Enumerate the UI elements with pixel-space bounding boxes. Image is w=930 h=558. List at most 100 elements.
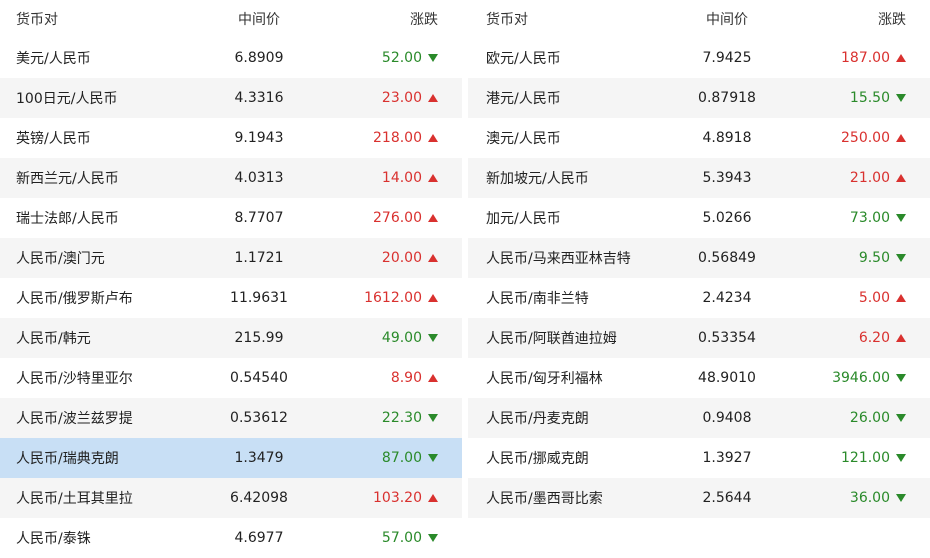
mid-price: 4.0313 — [234, 170, 284, 186]
change-cell: 1612.00 — [320, 290, 462, 306]
triangle-down-icon — [896, 454, 906, 462]
currency-pair[interactable]: 人民币/沙特里亚尔 — [0, 368, 190, 388]
table-row[interactable]: 欧元/人民币 7.9425 187.00 — [468, 38, 930, 78]
mid-price: 6.8909 — [234, 50, 284, 66]
change-value: 15.50 — [849, 90, 890, 106]
triangle-up-icon — [428, 174, 438, 182]
mid-price: 1.1721 — [234, 250, 284, 266]
change-cell: 276.00 — [320, 210, 462, 226]
table-row[interactable]: 瑞士法郎/人民币 8.7707 276.00 — [0, 198, 462, 238]
change-cell: 6.20 — [788, 330, 930, 346]
currency-pair[interactable]: 人民币/墨西哥比索 — [468, 488, 658, 508]
triangle-down-icon — [428, 54, 438, 62]
currency-pair[interactable]: 人民币/韩元 — [0, 328, 190, 348]
currency-pair[interactable]: 人民币/瑞典克朗 — [0, 448, 190, 468]
change-cell: 23.00 — [320, 90, 462, 106]
table-row[interactable]: 人民币/瑞典克朗 1.3479 87.00 — [0, 438, 462, 478]
currency-pair[interactable]: 港元/人民币 — [468, 88, 658, 108]
currency-pair[interactable]: 瑞士法郎/人民币 — [0, 208, 190, 228]
table-row[interactable]: 新西兰元/人民币 4.0313 14.00 — [0, 158, 462, 198]
change-value: 6.20 — [858, 330, 890, 346]
currency-pair[interactable]: 人民币/土耳其里拉 — [0, 488, 190, 508]
table-row[interactable]: 人民币/沙特里亚尔 0.54540 8.90 — [0, 358, 462, 398]
currency-pair[interactable]: 人民币/匈牙利福林 — [468, 368, 658, 388]
change-cell: 87.00 — [320, 450, 462, 466]
table-row[interactable]: 人民币/土耳其里拉 6.42098 103.20 — [0, 478, 462, 518]
currency-pair[interactable]: 人民币/泰铢 — [0, 528, 190, 548]
header-mid: 中间价 — [238, 12, 280, 28]
change-cell: 5.00 — [788, 290, 930, 306]
header-pair: 货币对 — [486, 12, 528, 28]
currency-pair[interactable]: 澳元/人民币 — [468, 128, 658, 148]
currency-pair[interactable]: 新西兰元/人民币 — [0, 168, 190, 188]
triangle-up-icon — [428, 214, 438, 222]
change-value: 276.00 — [373, 210, 422, 226]
change-value: 36.00 — [849, 490, 890, 506]
table-row[interactable]: 美元/人民币 6.8909 52.00 — [0, 38, 462, 78]
mid-price: 1.3927 — [702, 450, 752, 466]
change-cell: 103.20 — [320, 490, 462, 506]
currency-pair[interactable]: 人民币/南非兰特 — [468, 288, 658, 308]
table-header: 货币对 中间价 涨跌 — [468, 0, 930, 38]
table-row[interactable]: 英镑/人民币 9.1943 218.00 — [0, 118, 462, 158]
currency-pair[interactable]: 人民币/俄罗斯卢布 — [0, 288, 190, 308]
table-row[interactable]: 加元/人民币 5.0266 73.00 — [468, 198, 930, 238]
currency-pair[interactable]: 美元/人民币 — [0, 48, 190, 68]
header-mid: 中间价 — [706, 12, 748, 28]
currency-pair[interactable]: 新加坡元/人民币 — [468, 168, 658, 188]
change-cell: 36.00 — [788, 490, 930, 506]
triangle-up-icon — [428, 254, 438, 262]
change-cell: 22.30 — [320, 410, 462, 426]
mid-price: 1.3479 — [234, 450, 284, 466]
currency-pair[interactable]: 人民币/马来西亚林吉特 — [468, 248, 658, 268]
triangle-up-icon — [428, 374, 438, 382]
currency-pair[interactable]: 英镑/人民币 — [0, 128, 190, 148]
change-cell: 187.00 — [788, 50, 930, 66]
triangle-down-icon — [896, 214, 906, 222]
table-row[interactable]: 人民币/阿联酋迪拉姆 0.53354 6.20 — [468, 318, 930, 358]
table-row[interactable]: 人民币/俄罗斯卢布 11.9631 1612.00 — [0, 278, 462, 318]
currency-pair[interactable]: 欧元/人民币 — [468, 48, 658, 68]
change-value: 250.00 — [841, 130, 890, 146]
change-value: 49.00 — [381, 330, 422, 346]
currency-pair[interactable]: 人民币/澳门元 — [0, 248, 190, 268]
mid-price: 2.4234 — [702, 290, 752, 306]
currency-pair[interactable]: 人民币/阿联酋迪拉姆 — [468, 328, 658, 348]
change-value: 20.00 — [381, 250, 422, 266]
table-row[interactable]: 人民币/匈牙利福林 48.9010 3946.00 — [468, 358, 930, 398]
triangle-up-icon — [896, 294, 906, 302]
change-cell: 8.90 — [320, 370, 462, 386]
change-cell: 121.00 — [788, 450, 930, 466]
triangle-down-icon — [896, 94, 906, 102]
currency-pair[interactable]: 人民币/波兰兹罗提 — [0, 408, 190, 428]
mid-price: 5.0266 — [702, 210, 752, 226]
change-cell: 73.00 — [788, 210, 930, 226]
currency-pair[interactable]: 人民币/丹麦克朗 — [468, 408, 658, 428]
currency-pair[interactable]: 人民币/挪威克朗 — [468, 448, 658, 468]
table-row[interactable]: 100日元/人民币 4.3316 23.00 — [0, 78, 462, 118]
change-value: 187.00 — [841, 50, 890, 66]
table-row[interactable]: 人民币/南非兰特 2.4234 5.00 — [468, 278, 930, 318]
table-row[interactable]: 人民币/墨西哥比索 2.5644 36.00 — [468, 478, 930, 518]
change-value: 14.00 — [381, 170, 422, 186]
table-row[interactable]: 澳元/人民币 4.8918 250.00 — [468, 118, 930, 158]
table-row[interactable]: 人民币/澳门元 1.1721 20.00 — [0, 238, 462, 278]
triangle-up-icon — [428, 134, 438, 142]
table-row[interactable]: 新加坡元/人民币 5.3943 21.00 — [468, 158, 930, 198]
mid-price: 7.9425 — [702, 50, 752, 66]
table-row[interactable]: 人民币/马来西亚林吉特 0.56849 9.50 — [468, 238, 930, 278]
header-change-label: 涨跌 — [878, 12, 906, 28]
table-row[interactable]: 人民币/韩元 215.99 49.00 — [0, 318, 462, 358]
table-row[interactable]: 人民币/泰铢 4.6977 57.00 — [0, 518, 462, 558]
triangle-down-icon — [896, 414, 906, 422]
mid-price: 11.9631 — [230, 290, 288, 306]
table-header: 货币对 中间价 涨跌 — [0, 0, 462, 38]
currency-pair[interactable]: 100日元/人民币 — [0, 88, 190, 108]
triangle-up-icon — [428, 94, 438, 102]
change-cell: 21.00 — [788, 170, 930, 186]
table-row[interactable]: 人民币/挪威克朗 1.3927 121.00 — [468, 438, 930, 478]
table-row[interactable]: 港元/人民币 0.87918 15.50 — [468, 78, 930, 118]
table-row[interactable]: 人民币/丹麦克朗 0.9408 26.00 — [468, 398, 930, 438]
currency-pair[interactable]: 加元/人民币 — [468, 208, 658, 228]
table-row[interactable]: 人民币/波兰兹罗提 0.53612 22.30 — [0, 398, 462, 438]
